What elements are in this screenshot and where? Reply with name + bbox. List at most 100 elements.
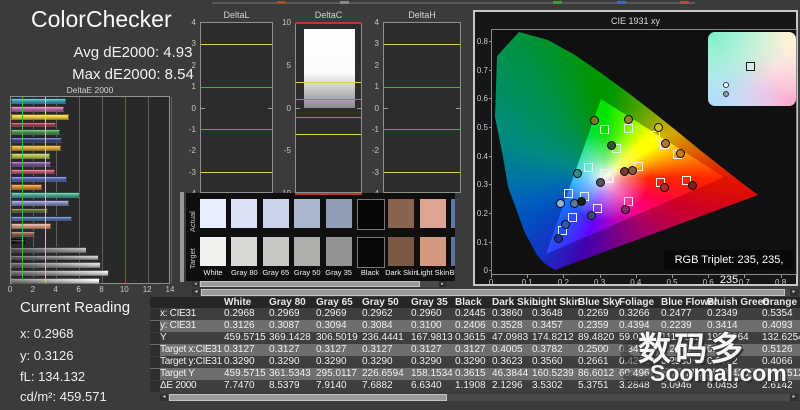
table-top-scrollbar[interactable]: ◂ ▸: [192, 289, 798, 296]
table-cell: 0.2239: [661, 320, 692, 331]
table-row-target-y[interactable]: Target Y 459.5715 361.5343 295.0117 226.6594…: [150, 368, 800, 380]
cie-x-tick: [780, 275, 782, 278]
scroll-right-arrow[interactable]: ▸: [790, 289, 798, 296]
table-cell: 0.3860: [492, 308, 523, 319]
de-bar-orange: [11, 184, 42, 191]
de-bar-foliage: [11, 207, 49, 214]
table-cell: 2.6142: [762, 380, 793, 391]
delta-tick-label: -1: [371, 124, 379, 134]
top-strip-mark: [617, 1, 626, 4]
reading-fl: fL: 134.132: [20, 369, 86, 384]
table-row-target-y-cie31[interactable]: Target y:CIE31 0.3290 0.3290 0.3290 0.3290 0.…: [150, 356, 800, 368]
swatch-row-label-target: Target: [188, 248, 197, 269]
table-cell: 0.5354: [762, 308, 793, 319]
table-cell: 0.2530: [661, 356, 692, 367]
table-cell: 5.0946: [661, 380, 692, 391]
delta-tick-label: 3: [374, 39, 379, 49]
table-cell: 0.3615: [455, 368, 486, 379]
de-x-tick-label: 14: [165, 285, 175, 294]
cie-y-tick: [488, 212, 491, 214]
top-strip-mark: [680, 1, 689, 4]
scroll-left-arrow[interactable]: ◂: [192, 281, 199, 287]
table-cell: 0.3560: [532, 356, 563, 367]
table-row--e-2000[interactable]: ΔE 2000 7.7470 8.5379 7.9140 7.6882 6.6340 1.1…: [150, 380, 800, 392]
scroll-left-arrow[interactable]: ◂: [192, 289, 200, 296]
measurement-table: White Gray 80 Gray 65 Gray 50 Gray 35 Black Da…: [150, 297, 800, 392]
delta-plot-deltac: [295, 22, 362, 195]
table-row-y[interactable]: Y 459.5715 369.1428 306.5019 236.4441 167.981…: [150, 332, 800, 344]
cie-x-tick: [563, 275, 565, 278]
de2000-bar-chart: [10, 96, 172, 284]
swatch-actual-gray-35: [325, 199, 352, 228]
delta-tick-label: 3: [191, 39, 196, 49]
table-cell: 199.1664: [707, 332, 749, 343]
table-cell: 0.3100: [411, 320, 442, 331]
cie-x-tick: [708, 275, 710, 278]
scroll-left-arrow[interactable]: ◂: [160, 394, 168, 401]
table-cell: 0.2349: [707, 308, 738, 319]
table-cell: 0.3126: [224, 320, 255, 331]
table-cell: 0.3127: [455, 344, 486, 355]
zero-tick: [295, 108, 300, 109]
delta-tick-label: -2: [188, 146, 196, 156]
table-cell: 0.3127: [316, 344, 347, 355]
measured-marker: [660, 182, 670, 192]
table-cell: 0.4093: [762, 320, 793, 331]
table-col-header-light-skin: Light Skin: [532, 297, 581, 308]
swatch-actual-white: [200, 199, 226, 228]
table-gutter-cell: [150, 308, 160, 320]
cie-axes: 0 0.1 0.2 0.3 0.4 0.5 0.6 0.7 0.8 0 0.1 0.2 0.3 0.4 0.…: [475, 12, 796, 287]
cie-y-tick: [488, 127, 491, 128]
table-col-header-dark-skin: Dark Skin: [492, 297, 539, 308]
scroll-right-arrow[interactable]: ▸: [439, 281, 446, 287]
target-marker: [600, 125, 610, 135]
table-row-x-cie31[interactable]: x: CIE31 0.2968 0.2969 0.2969 0.2962 0.2960 0.…: [150, 308, 800, 320]
app-window: ColorChecker Avg dE2000: 4.93 Max dE2000…: [0, 0, 800, 410]
delta-tick-label: 4: [191, 18, 196, 27]
de-bar-white: [11, 278, 100, 284]
table-cell: 0.2687: [661, 344, 692, 355]
de-bar-gray-80: [11, 270, 109, 277]
delta-tick-label: 0: [286, 103, 291, 113]
scroll-thumb[interactable]: [201, 289, 785, 296]
delta-tick-label: 1: [374, 82, 379, 92]
table-row-target-x-cie31[interactable]: Target x:CIE31 0.3127 0.3127 0.3127 0.3127 0.…: [150, 344, 800, 356]
top-strip-mark: [277, 1, 286, 4]
table-gutter-cell: [150, 320, 160, 332]
scroll-thumb[interactable]: [169, 394, 447, 401]
limit-line-red: [295, 193, 362, 195]
table-cell: 3.2848: [619, 380, 650, 391]
swatch-comparison-area: Actual Target White Gray 80 Gray 65 Gray 50 Gr…: [186, 193, 455, 281]
delta-tick-label: 0: [374, 103, 379, 113]
zero-tick: [268, 108, 273, 109]
swatch-scrollbar[interactable]: ◂ ▸: [192, 281, 446, 287]
table-bottom-scrollbar[interactable]: ◂ ▸: [160, 394, 798, 401]
table-cell: 0.3290: [362, 356, 393, 367]
swatch-target-black: [357, 236, 385, 268]
reading-y: y: 0.3126: [20, 348, 74, 363]
table-label-header: [160, 297, 224, 308]
table-cell: 0.3648: [532, 308, 563, 319]
cie-y-tick: [488, 155, 491, 157]
cie-y-tick-label: 0.6: [476, 94, 488, 104]
table-cell: 0.3400: [619, 344, 650, 355]
table-row-y-cie31[interactable]: y: CIE31 0.3126 0.3087 0.3094 0.3084 0.3100 0.…: [150, 320, 800, 332]
table-gutter-cell: [150, 368, 160, 380]
table-cell: 0.3084: [362, 320, 393, 331]
cie-x-tick-label: 0.7: [738, 278, 750, 287]
cie-x-tick: [672, 275, 673, 278]
limit-line: [201, 86, 272, 88]
cie-1931-panel: CIE 1931 xy RGB Triplet: 235, 235, 235 0…: [473, 10, 798, 287]
limit-line: [296, 82, 361, 84]
table-col-header-black: Black: [455, 297, 482, 308]
cie-y-tick-label: 0.5: [476, 123, 488, 132]
scroll-thumb[interactable]: [200, 281, 420, 287]
table-cell: 46.3844: [492, 368, 529, 379]
measured-marker: [573, 168, 583, 178]
target-marker: [564, 189, 574, 199]
swatch-target-light-skin: [419, 236, 446, 266]
scroll-right-arrow[interactable]: ▸: [790, 394, 798, 401]
panel-splitter[interactable]: [180, 192, 184, 282]
de2000-chart-title: DeltaE 2000: [66, 85, 114, 95]
table-gutter-cell: [150, 356, 160, 368]
